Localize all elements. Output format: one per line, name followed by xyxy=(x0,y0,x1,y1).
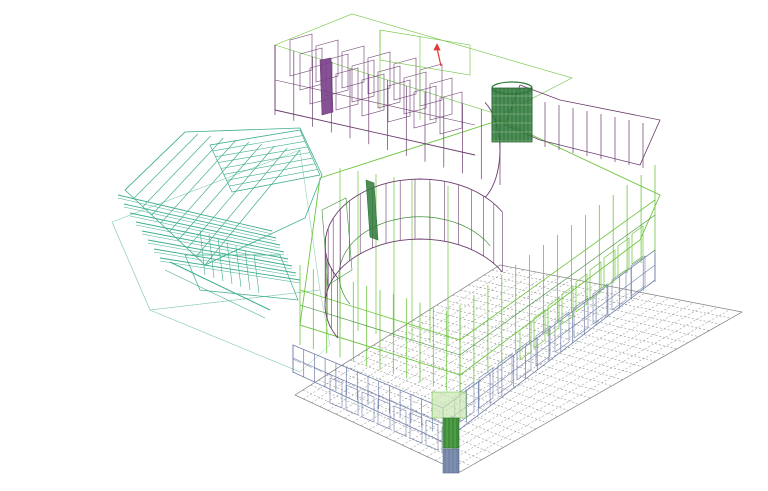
front-column xyxy=(431,391,467,474)
axis-marker xyxy=(433,43,442,67)
building-wireframe-model xyxy=(111,13,743,474)
upper-tier xyxy=(274,13,661,185)
cylinder-tower xyxy=(491,81,533,143)
wireframe-viewport[interactable] xyxy=(0,0,768,491)
ground-grid xyxy=(294,264,743,473)
left-wing xyxy=(111,127,331,373)
